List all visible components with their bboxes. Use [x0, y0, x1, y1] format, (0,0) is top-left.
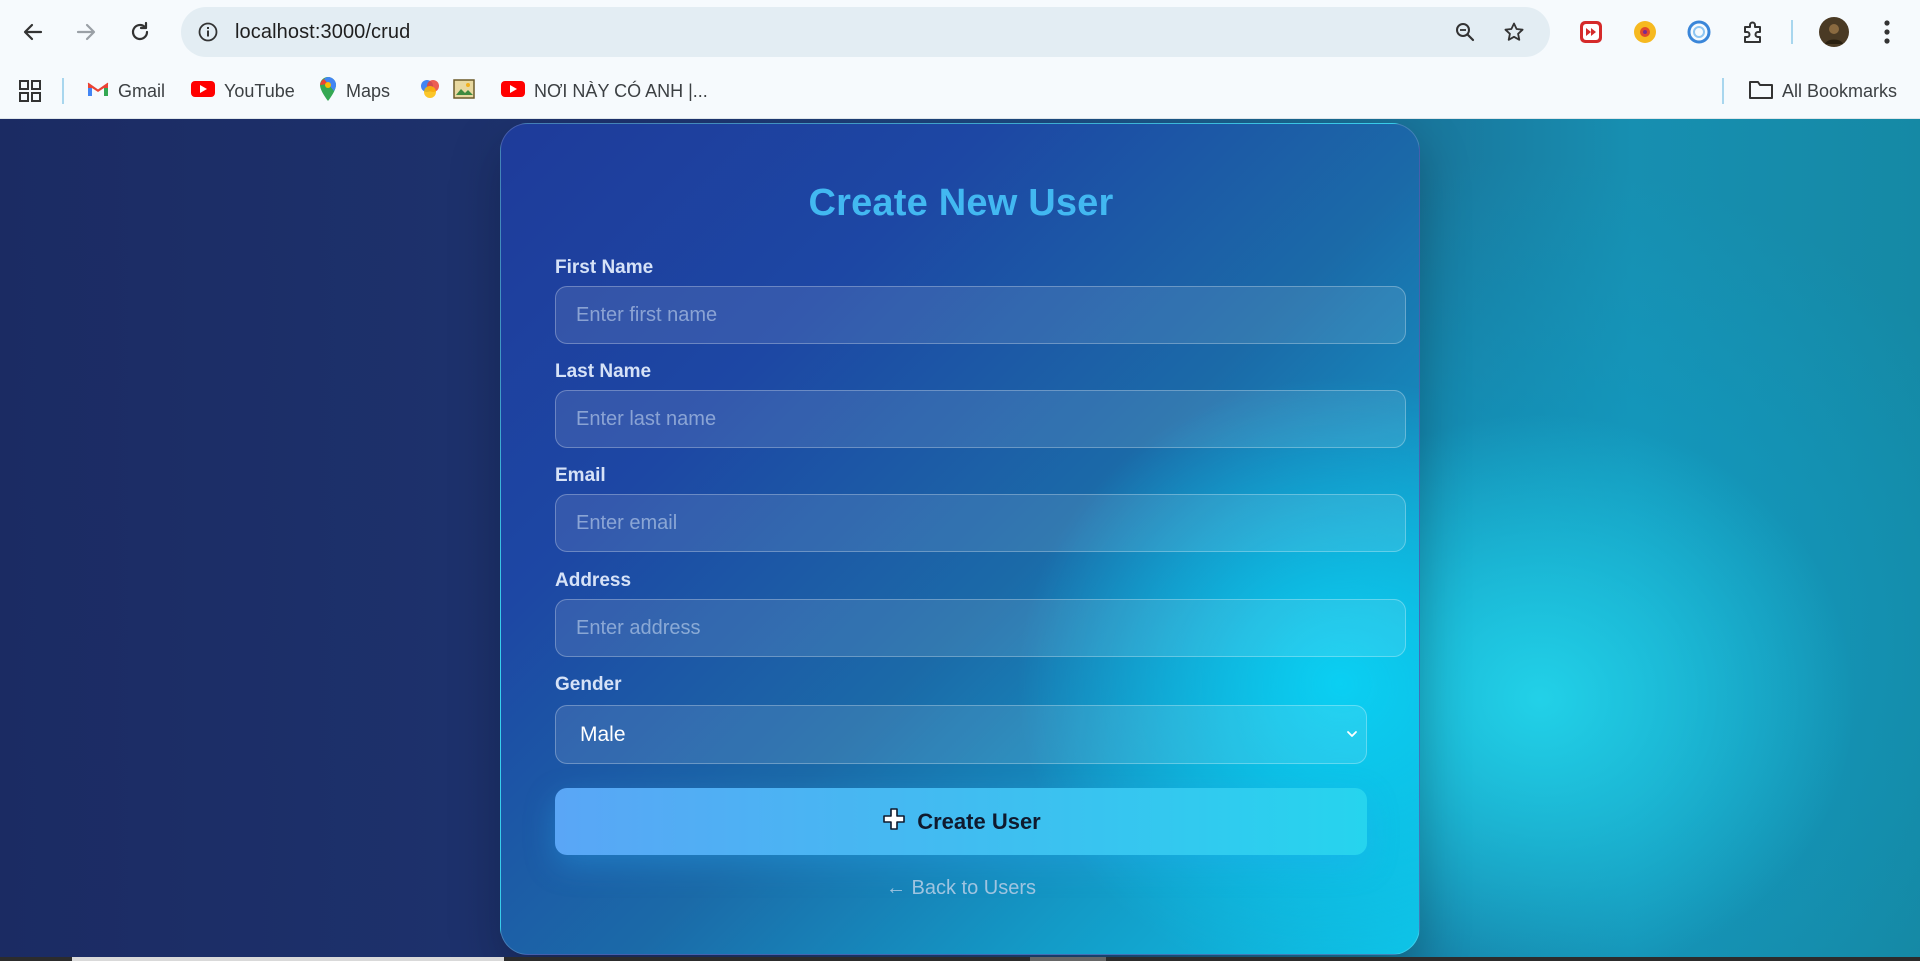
bookmark-image[interactable] [452, 78, 476, 104]
folder-icon [1748, 78, 1774, 105]
email-label: Email [555, 465, 606, 486]
star-bookmark-icon[interactable] [1501, 19, 1527, 45]
browser-toolbar: localhost:3000/crud [0, 0, 1920, 64]
flower-extension-icon[interactable] [1631, 18, 1659, 46]
youtube-icon [500, 79, 526, 104]
address-bar[interactable]: localhost:3000/crud [181, 7, 1550, 57]
bookmark-colorwheel[interactable] [418, 78, 442, 104]
bookmark-song[interactable]: NƠI NÀY CÓ ANH |... [500, 78, 708, 104]
circle-extension-icon[interactable] [1685, 18, 1713, 46]
image-icon [452, 78, 476, 105]
first-name-input[interactable] [555, 286, 1406, 344]
all-bookmarks-button[interactable]: All Bookmarks [1748, 78, 1897, 104]
toolbar-divider [1791, 20, 1793, 44]
create-user-label: Create User [917, 808, 1041, 834]
video-speed-extension-icon[interactable] [1577, 18, 1605, 46]
page-title: Create New User [808, 182, 1114, 224]
bookmarks-bar: Gmail YouTube Maps NƠI NÀY CÓ ANH |... A… [0, 64, 1920, 119]
url-text[interactable]: localhost:3000/crud [235, 21, 410, 44]
apps-grid-icon[interactable] [18, 78, 42, 104]
forward-arrow-icon[interactable] [67, 13, 105, 51]
colorwheel-icon [418, 77, 442, 106]
scrollbar-segment [1030, 957, 1106, 961]
zoom-icon[interactable] [1452, 19, 1478, 45]
page-background: Create New User First Name Last Name Ema… [0, 119, 1920, 961]
reload-icon[interactable] [121, 13, 159, 51]
create-user-card: Create New User First Name Last Name Ema… [500, 123, 1420, 955]
email-input[interactable] [555, 494, 1406, 552]
plus-icon [881, 806, 907, 837]
bookmarks-divider [62, 78, 64, 104]
last-name-input[interactable] [555, 390, 1406, 448]
gender-label: Gender [555, 674, 622, 695]
menu-kebab-icon[interactable] [1873, 16, 1901, 48]
bookmark-gmail[interactable]: Gmail [86, 78, 165, 104]
bookmark-maps[interactable]: Maps [318, 76, 391, 107]
last-name-label: Last Name [555, 361, 652, 382]
bookmark-label: NƠI NÀY CÓ ANH |... [534, 80, 708, 101]
site-info-icon[interactable] [195, 19, 221, 45]
extensions-puzzle-icon[interactable] [1739, 18, 1767, 46]
gender-select[interactable]: Male [555, 705, 1367, 764]
chevron-down-icon [1344, 726, 1360, 742]
create-user-button[interactable]: Create User [555, 788, 1367, 855]
bookmark-label: Maps [346, 80, 391, 101]
gender-selected-value: Male [580, 722, 626, 746]
all-bookmarks-label: All Bookmarks [1782, 80, 1898, 101]
bottom-scrollbar[interactable] [0, 957, 1920, 961]
bookmarks-divider-right [1722, 78, 1724, 104]
address-input[interactable] [555, 599, 1406, 657]
gmail-icon [86, 79, 110, 104]
bookmark-youtube[interactable]: YouTube [190, 78, 295, 104]
profile-avatar[interactable] [1818, 16, 1850, 48]
youtube-icon [190, 79, 216, 104]
bookmark-label: YouTube [224, 80, 295, 101]
back-arrow-icon[interactable] [14, 13, 52, 51]
scrollbar-thumb[interactable] [72, 957, 504, 961]
address-label: Address [555, 570, 632, 591]
bookmark-label: Gmail [118, 80, 166, 101]
first-name-label: First Name [555, 257, 654, 278]
maps-icon [318, 76, 338, 107]
back-to-users-link[interactable]: ← Back to Users [501, 877, 1421, 900]
